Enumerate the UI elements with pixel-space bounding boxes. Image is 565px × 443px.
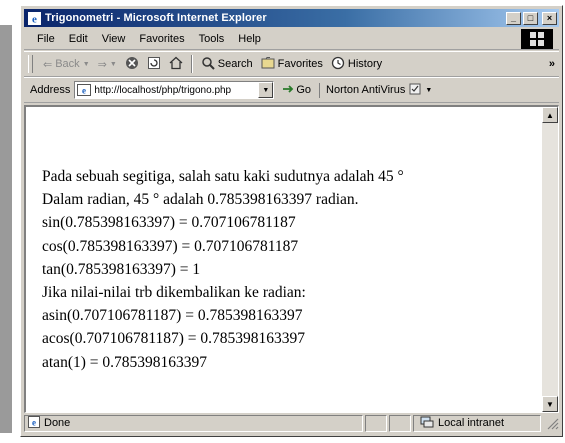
minimize-button[interactable]: _ xyxy=(506,11,521,25)
browser-window: e Trigonometri - Microsoft Internet Expl… xyxy=(20,5,563,437)
norton-shield-icon xyxy=(409,83,421,98)
forward-arrow-icon: ⇒ xyxy=(97,58,107,71)
back-button[interactable]: ⇐ Back ▼ xyxy=(39,58,94,71)
status-text: Done xyxy=(44,417,71,429)
svg-text:e: e xyxy=(32,13,37,25)
home-button[interactable] xyxy=(165,56,187,73)
favorites-icon xyxy=(261,56,275,73)
text-line: Pada sebuah segitiga, salah satu kaki su… xyxy=(42,168,404,185)
search-button[interactable]: Search xyxy=(197,56,257,73)
home-icon xyxy=(169,56,183,73)
back-arrow-icon: ⇐ xyxy=(43,58,53,71)
maximize-button[interactable]: □ xyxy=(523,11,538,25)
zone-label: Local intranet xyxy=(438,417,505,429)
address-dropdown-button[interactable]: ▼ xyxy=(258,82,274,98)
chevron-down-icon: ▼ xyxy=(262,86,270,94)
history-icon xyxy=(331,56,345,73)
go-button[interactable]: Go xyxy=(282,83,311,98)
go-label: Go xyxy=(296,84,312,96)
title-bar[interactable]: e Trigonometri - Microsoft Internet Expl… xyxy=(24,9,559,27)
forward-button[interactable]: ⇒ ▼ xyxy=(94,58,121,71)
text-line: Jika nilai-nilai trb dikembalikan ke rad… xyxy=(42,284,306,302)
text-line: asin(0.707106781187) = 0.785398163397 xyxy=(42,307,303,325)
address-label: Address xyxy=(30,84,71,96)
scroll-up-button[interactable]: ▲ xyxy=(542,107,558,123)
standard-toolbar: ⇐ Back ▼ ⇒ ▼ Search Favorites History » xyxy=(24,51,559,77)
window-title: Trigonometri - Microsoft Internet Explor… xyxy=(45,12,267,24)
search-icon xyxy=(201,56,215,73)
stop-button[interactable] xyxy=(121,56,143,73)
status-panel: e Done xyxy=(24,414,363,432)
vertical-scrollbar[interactable]: ▲ ▼ xyxy=(542,107,558,412)
menu-file[interactable]: File xyxy=(30,33,62,45)
refresh-icon xyxy=(147,56,161,73)
status-bar: e Done Local intranet xyxy=(24,413,559,433)
chevron-down-icon: ▼ xyxy=(109,60,117,68)
address-value: http://localhost/php/trigono.php xyxy=(94,84,232,96)
resize-grip-icon[interactable] xyxy=(545,416,559,430)
security-zone-panel[interactable]: Local intranet xyxy=(413,414,541,432)
text-line: Dalam radian, 45 ° adalah 0.785398163397… xyxy=(42,191,359,209)
chevron-down-icon: ▼ xyxy=(546,399,554,409)
text-line: tan(0.785398163397) = 1 xyxy=(42,260,201,278)
scroll-down-button[interactable]: ▼ xyxy=(542,396,558,412)
window-controls: _ □ × xyxy=(506,11,557,25)
text-line: atan(1) = 0.785398163397 xyxy=(42,353,208,371)
toolbar-grip[interactable] xyxy=(28,55,33,73)
done-page-icon: e xyxy=(28,415,40,431)
status-panel-empty xyxy=(389,414,411,432)
page-icon: e xyxy=(77,84,92,96)
norton-antivirus-button[interactable]: Norton AntiVirus ▼ xyxy=(319,82,433,98)
refresh-button[interactable] xyxy=(143,56,165,73)
favorites-button[interactable]: Favorites xyxy=(257,56,327,73)
chevron-down-icon: ▼ xyxy=(82,60,90,68)
background-bar xyxy=(0,25,12,433)
close-button[interactable]: × xyxy=(542,11,557,25)
norton-label: Norton AntiVirus xyxy=(326,84,406,96)
menu-view[interactable]: View xyxy=(95,33,133,45)
menu-bar: File Edit View Favorites Tools Help xyxy=(24,29,559,50)
text-line: acos(0.707106781187) = 0.785398163397 xyxy=(42,330,306,348)
address-input[interactable]: e http://localhost/php/trigono.php ▼ xyxy=(74,81,275,99)
search-label: Search xyxy=(217,58,253,70)
menu-favorites[interactable]: Favorites xyxy=(132,33,191,45)
history-button[interactable]: History xyxy=(327,56,386,73)
toolbar-overflow-chevron[interactable]: » xyxy=(549,58,555,70)
svg-text:e: e xyxy=(82,86,86,96)
page-content: Pada sebuah segitiga, salah satu kaki su… xyxy=(24,105,559,413)
menu-help[interactable]: Help xyxy=(231,33,268,45)
go-arrow-icon xyxy=(282,83,294,98)
chevron-down-icon: ▼ xyxy=(425,86,433,94)
toolbar-separator xyxy=(190,55,193,73)
ie-logo-icon: e xyxy=(27,11,41,25)
text-line: cos(0.785398163397) = 0.707106781187 xyxy=(42,237,299,255)
menu-tools[interactable]: Tools xyxy=(192,33,232,45)
back-label: Back xyxy=(55,58,80,70)
svg-text:e: e xyxy=(32,417,36,427)
history-label: History xyxy=(347,58,383,70)
chevron-up-icon: ▲ xyxy=(546,110,554,120)
windows-logo-icon xyxy=(521,29,553,49)
address-bar: Address e http://localhost/php/trigono.p… xyxy=(24,77,559,103)
stop-icon xyxy=(125,56,139,73)
page-text: Pada sebuah segitiga, salah satu kaki su… xyxy=(42,165,536,374)
local-intranet-icon xyxy=(420,416,434,431)
text-line: sin(0.785398163397) = 0.707106781187 xyxy=(42,214,296,232)
status-panel-empty xyxy=(365,414,387,432)
favorites-label: Favorites xyxy=(277,58,323,70)
menu-edit[interactable]: Edit xyxy=(62,33,95,45)
